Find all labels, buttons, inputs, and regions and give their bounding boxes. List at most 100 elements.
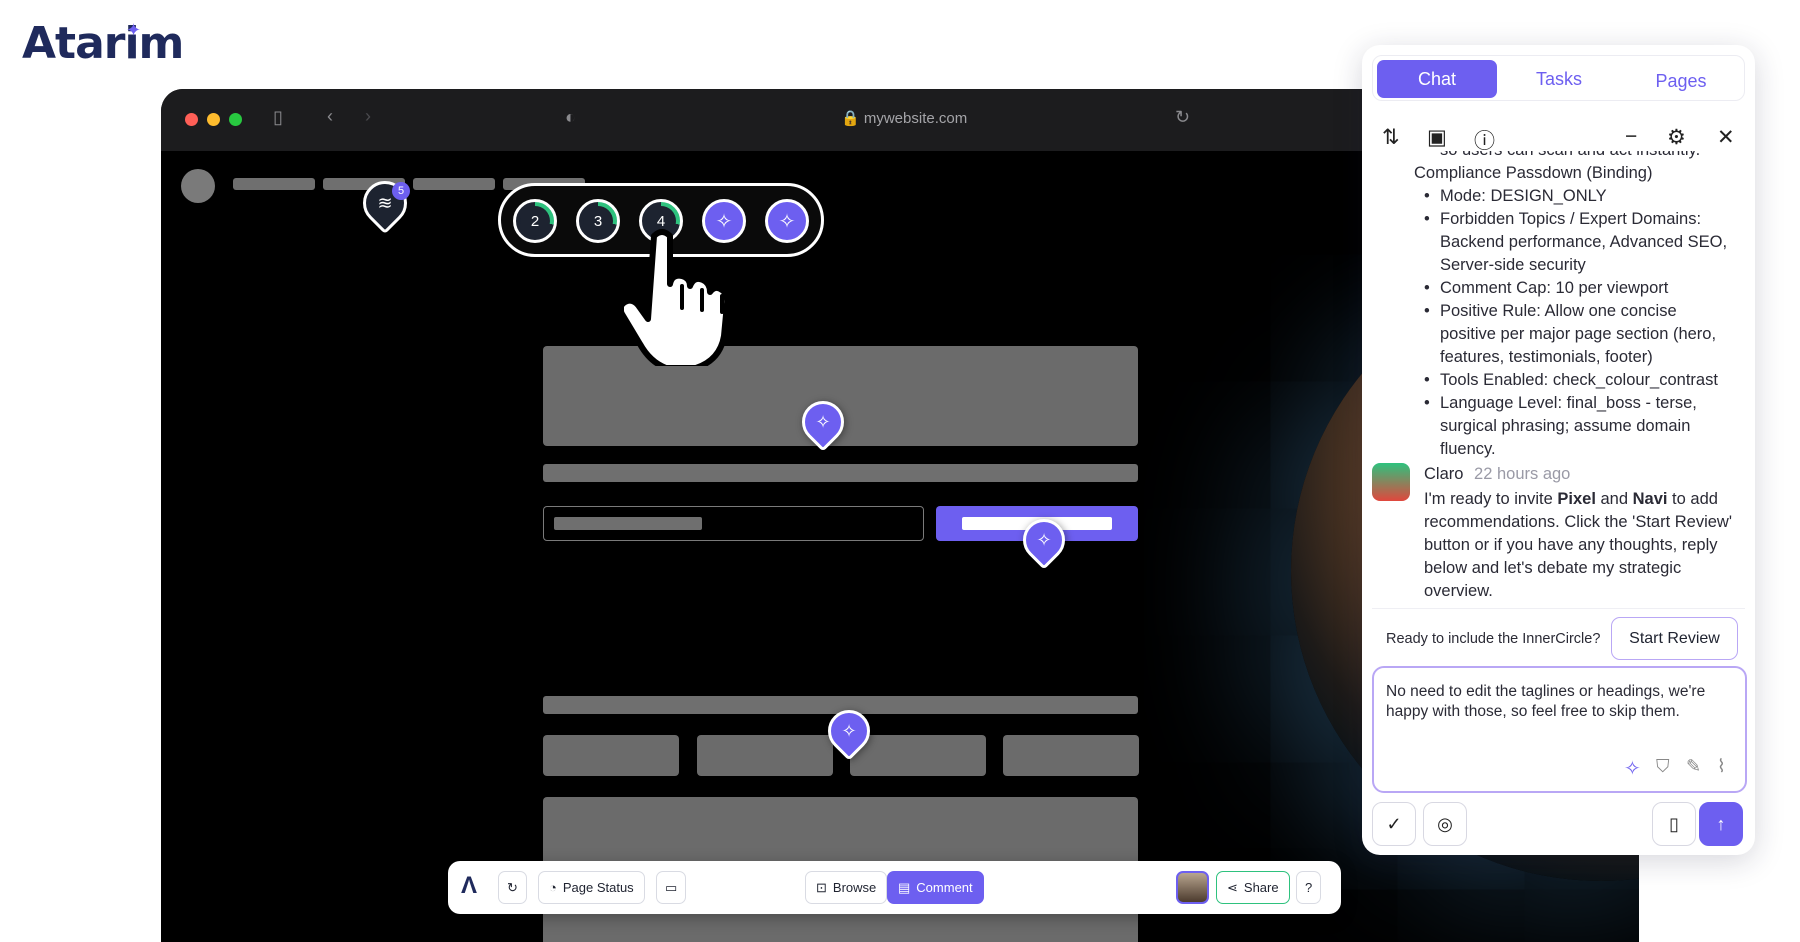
send-button[interactable]: ↑ bbox=[1699, 802, 1743, 846]
nav-placeholder bbox=[233, 178, 315, 190]
hide-button[interactable]: ◎ bbox=[1423, 802, 1467, 846]
sparkle-icon: ✧ bbox=[778, 210, 796, 233]
logo-text: Atarim bbox=[22, 18, 184, 69]
message-text: I'm ready to invite bbox=[1424, 490, 1558, 508]
message-header: Claro 22 hours ago bbox=[1424, 463, 1570, 486]
tab-pages[interactable]: Pages bbox=[1621, 62, 1741, 100]
browse-label: Browse bbox=[832, 880, 877, 895]
feature-card bbox=[1003, 735, 1139, 776]
composer-text[interactable]: No need to edit the taglines or headings… bbox=[1386, 682, 1731, 722]
hand-cursor-icon bbox=[624, 229, 731, 366]
comment-label: Comment bbox=[916, 880, 973, 895]
input-placeholder-bar bbox=[554, 517, 702, 530]
close-icon[interactable]: ✕ bbox=[1717, 125, 1735, 150]
status-icon: ◔ bbox=[549, 880, 557, 895]
list-item: Mode: DESIGN_ONLY bbox=[1414, 185, 1734, 208]
message-bold: Pixel bbox=[1557, 490, 1596, 508]
browse-button[interactable]: ⊡ Browse bbox=[805, 871, 888, 904]
back-icon[interactable]: ‹ bbox=[327, 106, 333, 127]
approve-button[interactable]: ✓ bbox=[1372, 802, 1416, 846]
share-button[interactable]: ⋖ Share bbox=[1216, 871, 1290, 904]
sparkle-icon: ✧ bbox=[841, 720, 857, 741]
section-title: Compliance Passdown (Binding) bbox=[1414, 164, 1653, 182]
image-icon[interactable]: ▣ bbox=[1427, 125, 1447, 150]
url-bar[interactable]: 🔒 mywebsite.com bbox=[841, 109, 967, 127]
close-window-button[interactable] bbox=[185, 113, 198, 126]
comment-marker[interactable]: 3 bbox=[576, 199, 620, 243]
tab-chat[interactable]: Chat bbox=[1377, 60, 1497, 98]
comment-icon: ▤ bbox=[898, 879, 911, 895]
page-status-button[interactable]: ◔ Page Status bbox=[538, 871, 645, 904]
list-item: Comment Cap: 10 per viewport bbox=[1414, 277, 1734, 300]
minimize-window-button[interactable] bbox=[207, 113, 220, 126]
browse-icon: ⊡ bbox=[816, 879, 827, 895]
settings-icon[interactable]: ⚙ bbox=[1667, 125, 1686, 150]
site-avatar bbox=[181, 169, 215, 203]
message-time: 22 hours ago bbox=[1474, 465, 1571, 483]
chat-thread: so users can scan and act instantly. Com… bbox=[1362, 151, 1755, 599]
document-icon: ▯ bbox=[1669, 813, 1679, 834]
message-text: and bbox=[1595, 490, 1633, 508]
comment-button[interactable]: ▤ Comment bbox=[887, 871, 984, 904]
panel-tabs: Chat Tasks Pages bbox=[1372, 55, 1745, 101]
stage: Atarim ✦ ▯ ‹ › ◐ 🔒 mywebsite.com ↻ ✧ ✧ ✧… bbox=[0, 0, 1800, 942]
message-composer[interactable]: No need to edit the taglines or headings… bbox=[1372, 666, 1747, 793]
reload-icon[interactable]: ↻ bbox=[1175, 107, 1190, 128]
edit-icon[interactable]: ✎ bbox=[1686, 756, 1701, 777]
check-icon: ✓ bbox=[1386, 813, 1402, 834]
bookmark-icon[interactable]: ⛉ bbox=[1656, 756, 1670, 777]
share-label: Share bbox=[1243, 880, 1279, 895]
ai-sparkle-icon[interactable]: ✧ bbox=[1624, 756, 1641, 781]
atarim-mark-icon[interactable]: Λ bbox=[461, 872, 477, 900]
list-item: Language Level: final_boss - terse, surg… bbox=[1414, 392, 1734, 461]
eye-off-icon: ◎ bbox=[1437, 813, 1453, 834]
attach-icon[interactable]: ⌇ bbox=[1717, 756, 1726, 777]
email-input[interactable] bbox=[543, 506, 924, 541]
review-prompt: Ready to include the InnerCircle? Start … bbox=[1372, 608, 1745, 670]
device-view-button[interactable]: ▭ bbox=[656, 871, 687, 904]
layers-count-badge: 5 bbox=[392, 182, 410, 200]
compliance-list: Mode: DESIGN_ONLY Forbidden Topics / Exp… bbox=[1414, 185, 1734, 461]
help-button[interactable]: ? bbox=[1296, 871, 1322, 904]
message-bold: Navi bbox=[1632, 490, 1668, 508]
chat-panel: Chat Tasks Pages ⇅ ▣ ⓘ − ⚙ ✕ so users ca… bbox=[1362, 45, 1755, 855]
message-author: Claro bbox=[1424, 465, 1464, 483]
tab-tasks[interactable]: Tasks bbox=[1499, 60, 1619, 98]
review-question: Ready to include the InnerCircle? bbox=[1386, 631, 1601, 647]
atarim-toolbar: Λ ↻ ◔ Page Status ▭ ⊡ Browse ▤ Comment ⋖ Sha… bbox=[448, 861, 1341, 914]
feature-card bbox=[697, 735, 833, 776]
thread-text-line: so users can scan and act instantly. bbox=[1440, 151, 1700, 162]
forward-icon[interactable]: › bbox=[365, 106, 371, 127]
share-icon: ⋖ bbox=[1227, 879, 1238, 895]
text-bar bbox=[543, 464, 1138, 482]
arrow-up-icon: ↑ bbox=[1716, 813, 1726, 834]
list-item: Positive Rule: Allow one concise positiv… bbox=[1414, 300, 1734, 369]
url-text: mywebsite.com bbox=[863, 110, 968, 127]
start-review-button[interactable]: Start Review bbox=[1611, 617, 1738, 660]
message-avatar bbox=[1372, 463, 1410, 501]
atarim-logo: Atarim ✦ bbox=[22, 18, 184, 69]
comment-marker[interactable]: 2 bbox=[513, 199, 557, 243]
page-status-label: Page Status bbox=[562, 880, 634, 895]
list-item: Forbidden Topics / Expert Domains: Backe… bbox=[1414, 208, 1734, 277]
sidebar-toggle-icon[interactable]: ▯ bbox=[273, 107, 283, 128]
user-avatar[interactable] bbox=[1176, 871, 1209, 904]
comment-number: 3 bbox=[583, 206, 613, 236]
maximize-window-button[interactable] bbox=[229, 113, 242, 126]
feature-card bbox=[543, 735, 679, 776]
shield-icon[interactable]: ◐ bbox=[565, 107, 576, 128]
comment-number: 2 bbox=[520, 206, 550, 236]
document-button[interactable]: ▯ bbox=[1652, 802, 1696, 846]
message-body: I'm ready to invite Pixel and Navi to ad… bbox=[1424, 488, 1746, 599]
minimize-icon[interactable]: − bbox=[1625, 125, 1637, 149]
feature-card bbox=[850, 735, 986, 776]
ai-comment-marker[interactable]: ✧ bbox=[765, 199, 809, 243]
nav-placeholder bbox=[413, 178, 495, 190]
monitor-icon: ▭ bbox=[665, 879, 678, 895]
sparkle-icon: ✦ bbox=[126, 20, 141, 41]
sort-icon[interactable]: ⇅ bbox=[1382, 125, 1400, 150]
refresh-icon: ↻ bbox=[507, 879, 518, 895]
help-icon: ? bbox=[1305, 880, 1313, 895]
list-item: Tools Enabled: check_colour_contrast bbox=[1414, 369, 1734, 392]
refresh-button[interactable]: ↻ bbox=[498, 871, 527, 904]
